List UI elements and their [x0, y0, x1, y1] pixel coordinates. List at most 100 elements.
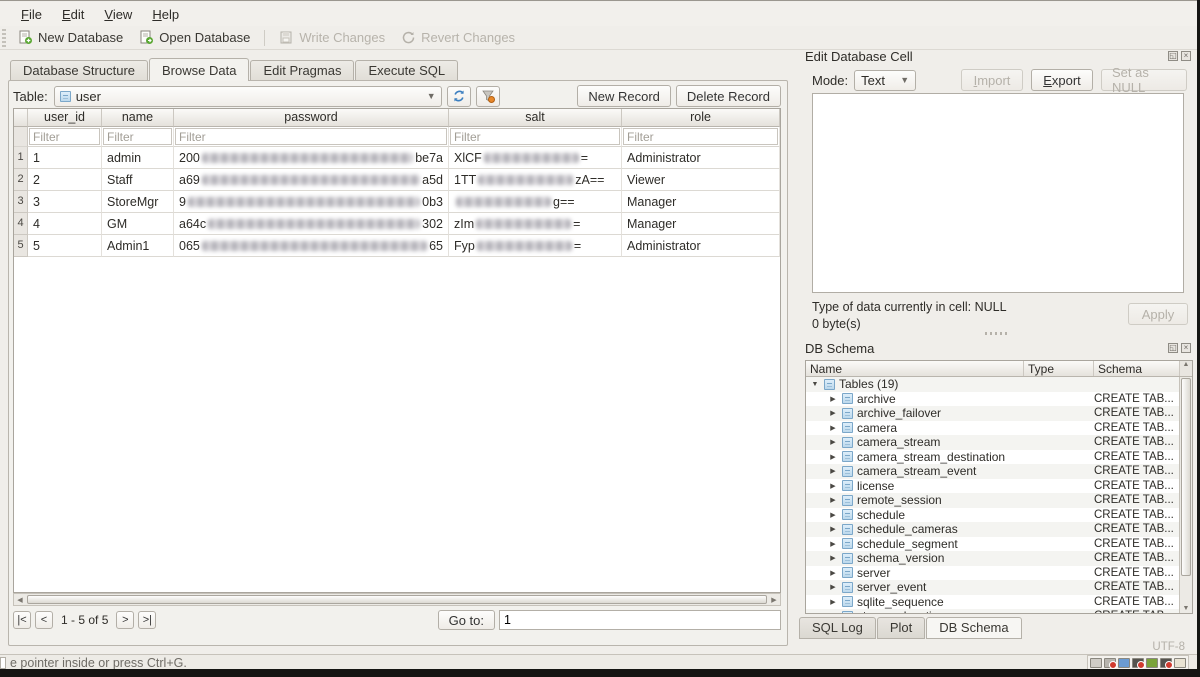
scroll-right-icon[interactable]: ▶: [768, 596, 780, 604]
cell-password[interactable]: a69a5d: [174, 169, 449, 191]
cell-role[interactable]: Manager: [622, 213, 780, 235]
chevron-collapsed-icon[interactable]: ▶: [828, 453, 838, 461]
column-header-role[interactable]: role: [622, 109, 780, 127]
table-combobox[interactable]: user ▼: [54, 86, 442, 107]
cell-user-id[interactable]: 4: [28, 213, 102, 235]
goto-record-input[interactable]: [499, 610, 781, 630]
revert-changes-button[interactable]: Revert Changes: [393, 28, 523, 47]
cell-name[interactable]: StoreMgr: [102, 191, 174, 213]
tree-item-remote_session[interactable]: ▶remote_sessionCREATE TAB...: [806, 493, 1192, 508]
table-row[interactable]: 44GMa64c302zIm=Manager: [14, 213, 780, 235]
row-number[interactable]: 5: [14, 235, 28, 257]
cell-salt[interactable]: XlCF=: [449, 147, 622, 169]
cell-name[interactable]: GM: [102, 213, 174, 235]
table-row[interactable]: 33StoreMgr90b3g==Manager: [14, 191, 780, 213]
filter-input-password[interactable]: [175, 128, 447, 145]
tree-item-storage_location[interactable]: ▶storage_locationCREATE TAB...: [806, 609, 1192, 614]
cell-role[interactable]: Manager: [622, 191, 780, 213]
table-row[interactable]: 22Staffa69a5d1TTzA==Viewer: [14, 169, 780, 191]
filter-input-role[interactable]: [623, 128, 778, 145]
cell-role[interactable]: Administrator: [622, 147, 780, 169]
tree-item-camera[interactable]: ▶cameraCREATE TAB...: [806, 421, 1192, 436]
row-number[interactable]: 4: [14, 213, 28, 235]
mode-combobox[interactable]: Text ▼: [854, 70, 916, 91]
chevron-collapsed-icon[interactable]: ▶: [828, 540, 838, 548]
disk-alert-icon[interactable]: [1160, 658, 1172, 668]
previous-record-button[interactable]: <: [35, 611, 53, 629]
cell-user-id[interactable]: 5: [28, 235, 102, 257]
cell-salt[interactable]: g==: [449, 191, 622, 213]
row-number[interactable]: 2: [14, 169, 28, 191]
column-header-type[interactable]: Type: [1024, 361, 1094, 376]
tree-item-schedule[interactable]: ▶scheduleCREATE TAB...: [806, 508, 1192, 523]
column-header-salt[interactable]: salt: [449, 109, 622, 127]
cell-salt[interactable]: Fyp=: [449, 235, 622, 257]
column-header-user_id[interactable]: user_id: [28, 109, 102, 127]
cell-user-id[interactable]: 2: [28, 169, 102, 191]
chevron-collapsed-icon[interactable]: ▶: [828, 395, 838, 403]
key-icon[interactable]: [1118, 658, 1130, 668]
toolbar-drag-handle[interactable]: [2, 29, 6, 47]
cell-role[interactable]: Administrator: [622, 235, 780, 257]
table-row[interactable]: 55Admin106565Fyp=Administrator: [14, 235, 780, 257]
cell-salt[interactable]: 1TTzA==: [449, 169, 622, 191]
cell-name[interactable]: admin: [102, 147, 174, 169]
last-record-button[interactable]: >|: [138, 611, 156, 629]
tree-item-schedule_cameras[interactable]: ▶schedule_camerasCREATE TAB...: [806, 522, 1192, 537]
tree-item-license[interactable]: ▶licenseCREATE TAB...: [806, 479, 1192, 494]
filter-input-name[interactable]: [103, 128, 172, 145]
next-record-button[interactable]: >: [116, 611, 134, 629]
tree-item-camera_stream_event[interactable]: ▶camera_stream_eventCREATE TAB...: [806, 464, 1192, 479]
close-panel-icon[interactable]: ×: [1181, 343, 1191, 353]
tab-edit-pragmas[interactable]: Edit Pragmas: [250, 60, 354, 81]
open-database-button[interactable]: Open Database: [131, 28, 258, 47]
menu-item-help[interactable]: Help: [143, 4, 188, 25]
cell-name[interactable]: Staff: [102, 169, 174, 191]
tree-item-archive[interactable]: ▶archiveCREATE TAB...: [806, 392, 1192, 407]
dock-tab-sql-log[interactable]: SQL Log: [799, 617, 876, 639]
refresh-button[interactable]: [447, 86, 471, 107]
write-changes-button[interactable]: Write Changes: [271, 28, 393, 47]
chevron-collapsed-icon[interactable]: ▶: [828, 424, 838, 432]
tab-execute-sql[interactable]: Execute SQL: [355, 60, 458, 81]
chevron-collapsed-icon[interactable]: ▶: [828, 409, 838, 417]
tree-item-server_event[interactable]: ▶server_eventCREATE TAB...: [806, 580, 1192, 595]
close-panel-icon[interactable]: ×: [1181, 51, 1191, 61]
cell-user-id[interactable]: 3: [28, 191, 102, 213]
dock-splitter-handle[interactable]: [985, 332, 1009, 335]
cell-name[interactable]: Admin1: [102, 235, 174, 257]
tree-item-archive_failover[interactable]: ▶archive_failoverCREATE TAB...: [806, 406, 1192, 421]
row-number[interactable]: 3: [14, 191, 28, 213]
chevron-collapsed-icon[interactable]: ▶: [828, 496, 838, 504]
filter-input-salt[interactable]: [450, 128, 620, 145]
chevron-collapsed-icon[interactable]: ▶: [828, 525, 838, 533]
save-alert-icon[interactable]: [1132, 658, 1144, 668]
cell-role[interactable]: Viewer: [622, 169, 780, 191]
cell-user-id[interactable]: 1: [28, 147, 102, 169]
grid-horizontal-scrollbar[interactable]: ◀ ▶: [13, 593, 781, 606]
float-panel-icon[interactable]: ◱: [1168, 51, 1178, 61]
column-header-schema[interactable]: Schema: [1094, 361, 1179, 376]
scroll-up-icon[interactable]: ▲: [1179, 361, 1192, 376]
dock-tab-plot[interactable]: Plot: [877, 617, 925, 639]
goto-button[interactable]: Go to:: [438, 610, 495, 630]
menu-item-file[interactable]: File: [12, 4, 51, 25]
tab-browse-data[interactable]: Browse Data: [149, 58, 249, 81]
chevron-collapsed-icon[interactable]: ▶: [828, 612, 838, 614]
tree-item-tables-root[interactable]: ▼Tables (19): [806, 377, 1192, 392]
scroll-left-icon[interactable]: ◀: [14, 596, 26, 604]
tree-vertical-scrollbar[interactable]: ▼: [1179, 377, 1192, 613]
chevron-collapsed-icon[interactable]: ▶: [828, 482, 838, 490]
scrollbar-thumb[interactable]: [1181, 378, 1191, 576]
chevron-expanded-icon[interactable]: ▼: [810, 381, 820, 388]
apply-button[interactable]: Apply: [1128, 303, 1188, 325]
chevron-collapsed-icon[interactable]: ▶: [828, 583, 838, 591]
export-button[interactable]: Export: [1031, 69, 1093, 91]
chevron-collapsed-icon[interactable]: ▶: [828, 511, 838, 519]
chevron-collapsed-icon[interactable]: ▶: [828, 554, 838, 562]
tree-item-sqlite_sequence[interactable]: ▶sqlite_sequenceCREATE TAB...: [806, 595, 1192, 610]
filter-input-user_id[interactable]: [29, 128, 100, 145]
new-database-button[interactable]: New Database: [10, 28, 131, 47]
first-record-button[interactable]: |<: [13, 611, 31, 629]
clear-all-filters-button[interactable]: [476, 86, 500, 107]
